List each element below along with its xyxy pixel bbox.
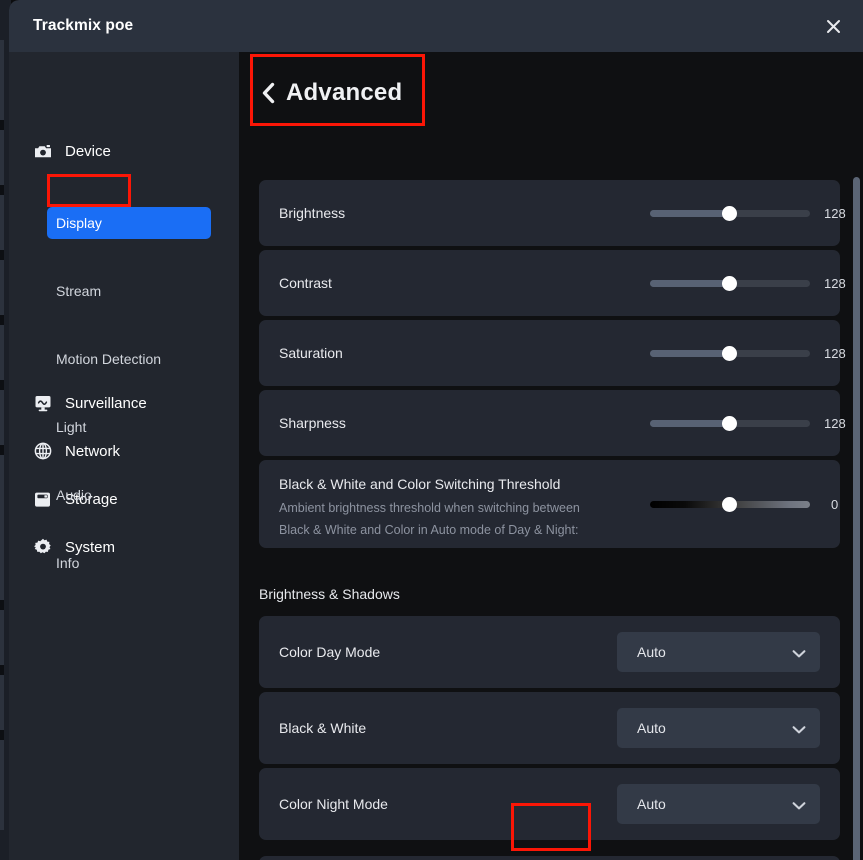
- chevron-down-icon: [792, 646, 806, 664]
- content-pane: Advanced Brightness 128 Contrast 128 Sat…: [239, 52, 863, 860]
- close-button[interactable]: [817, 10, 849, 42]
- sidebar-item-label: Info: [56, 555, 80, 571]
- sidebar-item-label: Stream: [56, 283, 102, 299]
- scrollbar-thumb[interactable]: [853, 177, 860, 860]
- sidebar-item-system[interactable]: System: [9, 530, 239, 564]
- setting-label: Contrast: [279, 275, 332, 291]
- setting-label: Color Day Mode: [279, 644, 381, 660]
- background-window-notch: [0, 445, 4, 455]
- setting-row-saturation: Saturation 128: [259, 320, 846, 386]
- slider-thumb[interactable]: [722, 416, 737, 431]
- background-window-notch: [0, 250, 4, 260]
- setting-label: Color Night Mode: [279, 796, 388, 812]
- setting-label: Brightness: [279, 205, 346, 221]
- default-row: Default: [259, 856, 840, 860]
- sidebar-group-device: Device Display Stream Motion Detection L…: [9, 134, 239, 571]
- background-window-notch: [0, 120, 4, 130]
- sharpness-slider[interactable]: [650, 416, 810, 431]
- window-title: Trackmix poe: [33, 17, 134, 34]
- slider-thumb[interactable]: [722, 497, 737, 512]
- close-icon: [826, 19, 840, 33]
- saturation-slider[interactable]: [650, 346, 810, 361]
- sidebar-item-label: Display: [56, 215, 102, 231]
- background-window-edge: [0, 40, 4, 830]
- setting-label: Saturation: [279, 345, 343, 361]
- color-night-mode-dropdown[interactable]: Auto: [617, 784, 820, 824]
- sidebar-item-surveillance[interactable]: Surveillance: [9, 386, 239, 420]
- default-button[interactable]: Default: [259, 856, 840, 860]
- dropdown-value: Auto: [637, 796, 666, 812]
- dropdown-value: Auto: [637, 644, 666, 660]
- background-window-notch: [0, 185, 4, 195]
- setting-label: Black & White: [279, 720, 367, 736]
- setting-row-black-and-white: Black & White Auto: [259, 692, 840, 764]
- gear-icon: [33, 538, 52, 557]
- page-title: Advanced: [286, 79, 403, 106]
- sidebar: Device Display Stream Motion Detection L…: [9, 52, 239, 860]
- slider-thumb[interactable]: [722, 206, 737, 221]
- dropdown-value: Auto: [637, 720, 666, 736]
- title-bar: Trackmix poe: [9, 0, 863, 52]
- contrast-slider[interactable]: [650, 276, 810, 291]
- setting-row-brightness: Brightness 128: [259, 180, 846, 246]
- sidebar-item-motion-detection[interactable]: Motion Detection: [9, 342, 239, 376]
- sidebar-group-surveillance: Surveillance: [9, 386, 239, 420]
- sidebar-group-system: System: [9, 530, 239, 564]
- chevron-left-icon: [261, 82, 276, 104]
- black-and-white-dropdown[interactable]: Auto: [617, 708, 820, 748]
- slider-fill: [650, 210, 730, 217]
- app-window: Trackmix poe Device Display Stream Motio…: [9, 0, 863, 860]
- camera-icon: [33, 142, 52, 161]
- advanced-back-header[interactable]: Advanced: [251, 57, 601, 129]
- sidebar-item-device[interactable]: Device: [9, 134, 239, 168]
- slider-fill: [650, 350, 730, 357]
- sidebar-item-label: Surveillance: [65, 394, 147, 412]
- background-window-notch: [0, 600, 4, 610]
- setting-row-sharpness: Sharpness 128: [259, 390, 846, 456]
- storage-icon: [33, 490, 52, 509]
- sidebar-item-stream[interactable]: Stream: [9, 274, 239, 308]
- sidebar-item-label: System: [65, 538, 116, 556]
- sidebar-item-network[interactable]: Network: [9, 434, 239, 468]
- chevron-down-icon: [792, 722, 806, 740]
- slider-fill: [650, 420, 730, 427]
- sidebar-item-label: Motion Detection: [56, 351, 162, 367]
- sidebar-item-storage[interactable]: Storage: [9, 482, 239, 516]
- scrollbar[interactable]: [849, 128, 863, 860]
- setting-label: Sharpness: [279, 415, 346, 431]
- setting-row-color-night-mode: Color Night Mode Auto: [259, 768, 840, 840]
- sidebar-item-label: Network: [65, 442, 121, 460]
- sidebar-item-label: Device: [65, 142, 111, 160]
- slider-fill: [650, 280, 730, 287]
- sidebar-group-storage: Storage: [9, 482, 239, 516]
- sidebar-item-label: Audio: [56, 487, 92, 503]
- slider-thumb[interactable]: [722, 276, 737, 291]
- setting-row-bw-threshold: Black & White and Color Switching Thresh…: [259, 460, 840, 548]
- color-day-mode-dropdown[interactable]: Auto: [617, 632, 820, 672]
- background-window-notch: [0, 315, 4, 325]
- chevron-down-icon: [792, 798, 806, 816]
- monitor-icon: [33, 394, 52, 413]
- bw-threshold-slider[interactable]: [650, 497, 810, 512]
- background-window-notch: [0, 665, 4, 675]
- sidebar-item-label: Light: [56, 419, 87, 435]
- setting-row-color-day-mode: Color Day Mode Auto: [259, 616, 840, 688]
- setting-label: Black & White and Color Switching Thresh…: [279, 476, 561, 492]
- setting-row-contrast: Contrast 128: [259, 250, 846, 316]
- section-heading-brightness-shadows: Brightness & Shadows: [259, 586, 400, 602]
- brightness-slider[interactable]: [650, 206, 810, 221]
- sidebar-group-network: Network: [9, 434, 239, 468]
- background-window-notch: [0, 380, 4, 390]
- background-window-notch: [0, 730, 4, 740]
- globe-icon: [33, 442, 52, 461]
- slider-thumb[interactable]: [722, 346, 737, 361]
- sidebar-item-display[interactable]: Display: [9, 206, 239, 240]
- settings-scroll-area: Brightness 128 Contrast 128 Saturation 1…: [239, 128, 863, 860]
- setting-description: Ambient brightness threshold when switch…: [279, 501, 580, 537]
